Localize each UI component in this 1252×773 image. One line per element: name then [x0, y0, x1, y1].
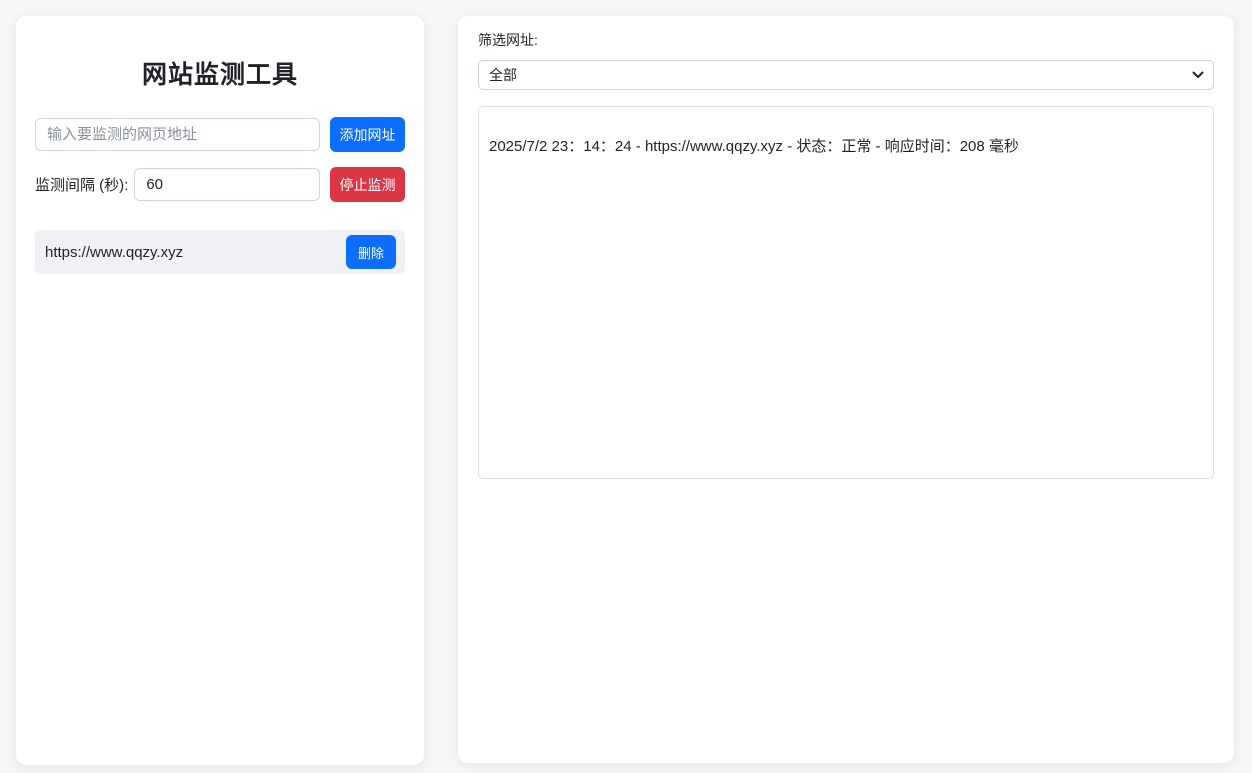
log-output-box[interactable]: 2025/7/2 23：14：24 - https://www.qqzy.xyz… [478, 106, 1214, 479]
add-url-row: 添加网址 [35, 117, 405, 152]
interval-label: 监测间隔 (秒): [35, 174, 128, 195]
log-entry: 2025/7/2 23：14：24 - https://www.qqzy.xyz… [489, 136, 1203, 157]
add-url-button[interactable]: 添加网址 [330, 117, 405, 152]
filter-label: 筛选网址: [478, 33, 1214, 48]
page-title: 网站监测工具 [35, 60, 405, 91]
url-input[interactable] [35, 118, 320, 151]
monitored-url-item: https://www.qqzy.xyz 删除 [35, 230, 405, 274]
interval-input[interactable] [134, 168, 320, 201]
interval-row: 监测间隔 (秒): 停止监测 [35, 167, 405, 202]
page: 网站监测工具 添加网址 监测间隔 (秒): 停止监测 https://www.q… [0, 0, 1252, 765]
url-filter-select[interactable]: 全部 [478, 60, 1214, 90]
monitored-url-text: https://www.qqzy.xyz [45, 244, 183, 261]
monitor-log-panel: 筛选网址: 全部 2025/7/2 23：14：24 - https://www… [458, 16, 1234, 763]
monitor-control-panel: 网站监测工具 添加网址 监测间隔 (秒): 停止监测 https://www.q… [16, 16, 424, 765]
stop-monitor-button[interactable]: 停止监测 [330, 167, 405, 202]
filter-select-wrap: 全部 [478, 60, 1214, 90]
delete-url-button[interactable]: 删除 [346, 235, 396, 269]
